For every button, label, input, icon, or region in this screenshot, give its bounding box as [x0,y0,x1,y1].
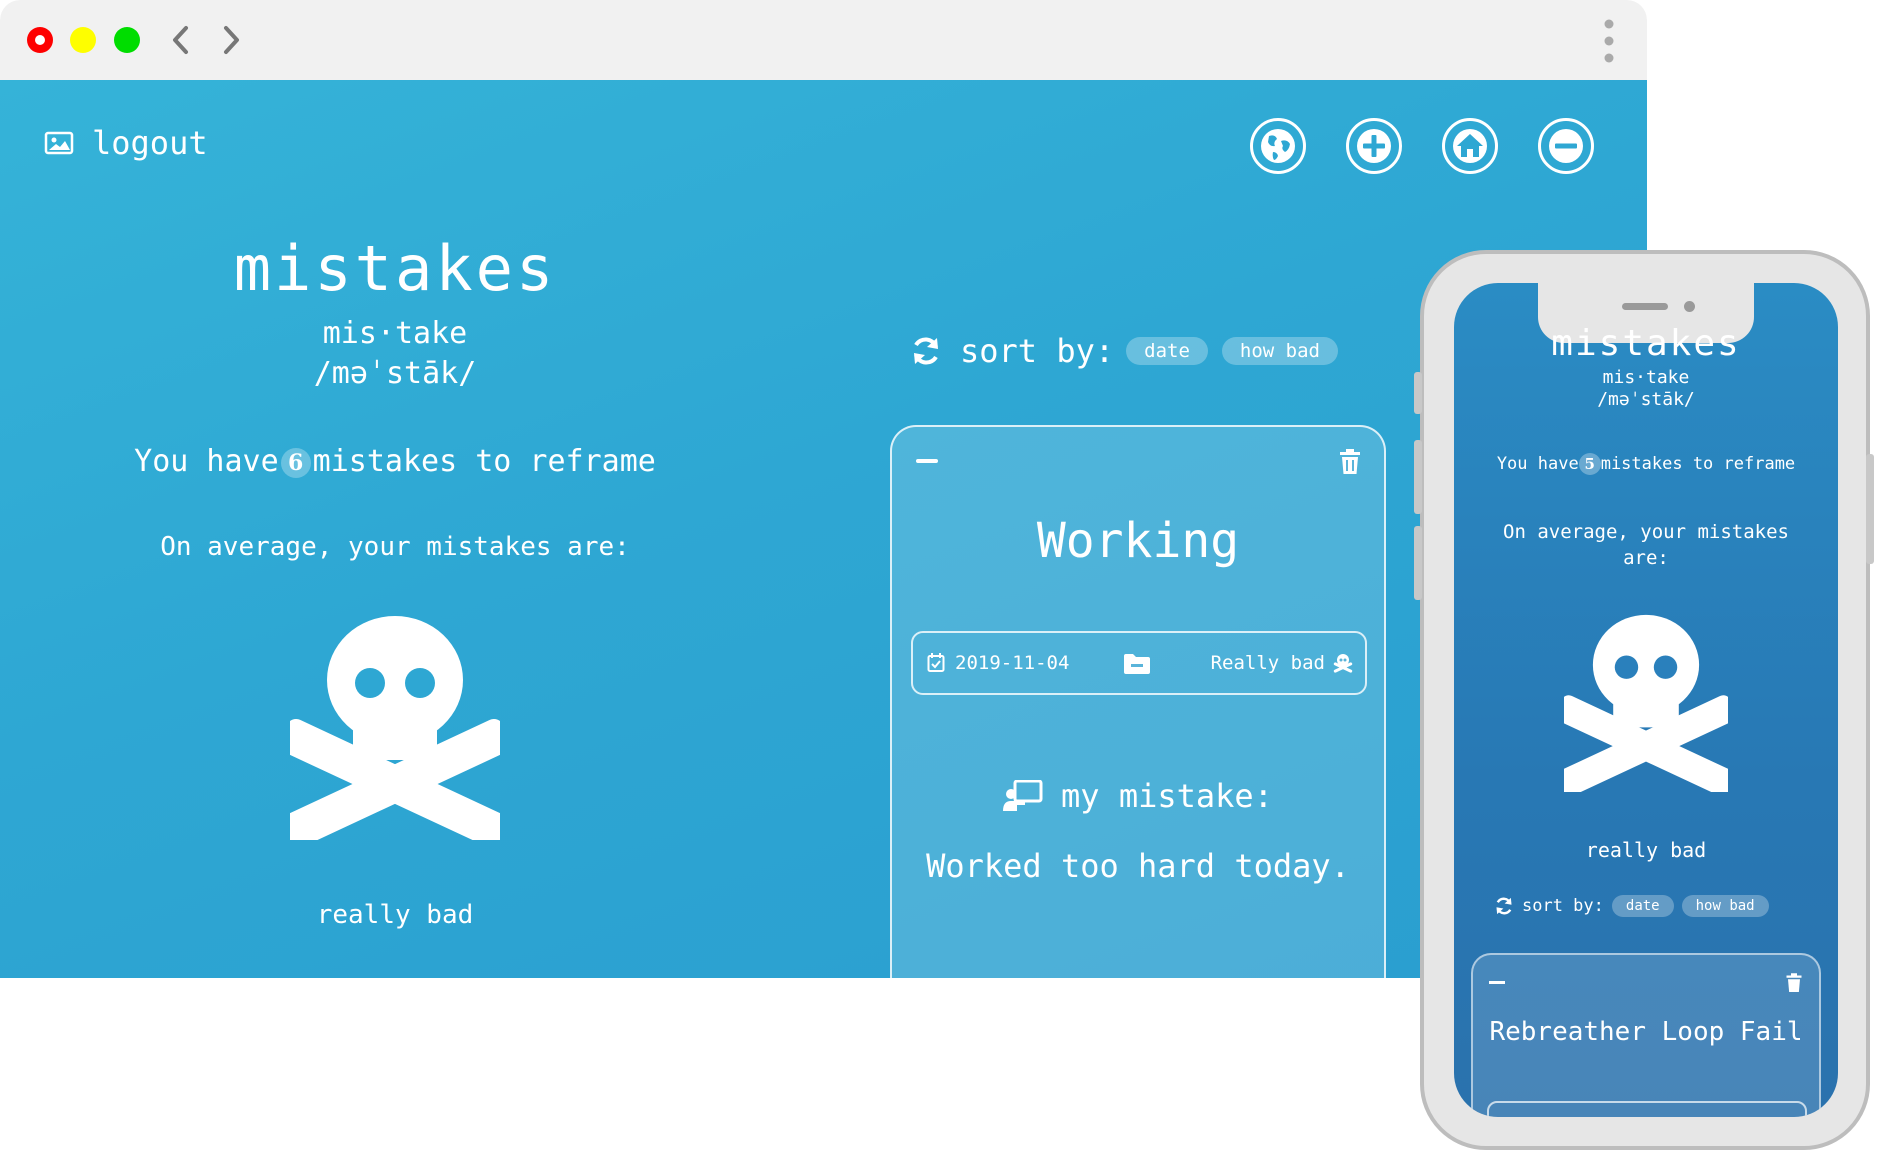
card-date: 2019-11-04 [927,652,1069,674]
image-icon [44,131,74,155]
count-badge: 6 [280,447,311,478]
mobile-count-badge: 5 [1578,453,1601,475]
mistake-count-line: You have 6 mistakes to reframe [0,444,790,479]
collapse-card-button[interactable] [916,459,938,463]
trash-icon[interactable] [1338,449,1362,475]
phone-volume-down [1414,526,1422,600]
card-severity-value: Really bad [1210,652,1325,674]
logout-link[interactable]: logout [44,124,208,162]
card-severity: Really bad [1211,652,1353,674]
maximize-window-button[interactable] [114,27,140,53]
count-prefix: You have [134,444,279,479]
card-title: Working [1036,513,1240,569]
mobile-page-title: mistakes [1551,323,1741,364]
browser-window: logout mistakes mis·take /məˈstāk/ You h… [0,0,1647,978]
mobile-card-meta [1487,1101,1807,1117]
user-chalkboard-icon [1003,780,1043,811]
calendar-check-icon [927,653,945,672]
phone-mute-switch [1414,372,1422,414]
speaker-icon [1622,303,1668,310]
sort-label: sort by: [960,332,1115,370]
mobile-sort-label: sort by: [1522,896,1604,916]
home-icon [1453,129,1487,163]
mobile-mistake-card: Rebreather Loop Fail [1471,953,1821,1117]
syllables-text: mis·take [322,316,468,351]
card-date-value: 2019-11-04 [955,652,1070,674]
close-window-button[interactable] [27,27,53,53]
mobile-count-prefix: You have [1496,454,1579,474]
sort-how-bad-button[interactable]: how bad [1221,337,1338,365]
browser-chrome [0,0,1647,80]
folder-minus-icon [1124,654,1150,674]
mobile-collapse-card-button[interactable] [1489,981,1505,984]
mobile-syllables-text: mis·take [1602,367,1690,388]
phone-power-button [1866,454,1874,564]
globe-icon [1261,129,1295,163]
mobile-card-title: Rebreather Loop Fail [1489,1017,1803,1047]
camera-icon [1684,301,1695,312]
refresh-icon[interactable] [910,335,942,367]
sort-bar: sort by: date how bad [910,332,1352,370]
minus-icon [1549,129,1583,163]
mobile-sort-how-bad-button[interactable]: how bad [1681,895,1769,917]
pronunciation-text: /məˈstāk/ [313,356,477,391]
mobile-count-suffix: mistakes to reframe [1600,454,1796,474]
mobile-mistake-count-line: You have 5 mistakes to reframe [1454,453,1838,475]
card-meta: 2019-11-04 Really bad [911,631,1367,695]
phone-volume-up [1414,440,1422,514]
more-options-icon[interactable] [1602,18,1616,64]
sort-date-button[interactable]: date [1126,337,1208,365]
count-suffix: mistakes to reframe [312,444,656,479]
app-page: logout mistakes mis·take /məˈstāk/ You h… [0,80,1647,978]
card-text: Worked too hard today. [926,847,1350,885]
severity-label: really bad [316,900,474,930]
globe-button[interactable] [1250,118,1306,174]
back-arrow-icon[interactable] [168,22,194,58]
mobile-refresh-icon[interactable] [1494,896,1514,916]
mobile-pronunciation-text: /məˈstāk/ [1597,389,1695,410]
mobile-trash-icon[interactable] [1785,973,1803,993]
mistake-card: Working 2019-11-04 Really bad my mistake… [890,425,1386,978]
mobile-sort-bar: sort by: date how bad [1494,895,1769,917]
skull-crossbones-icon [290,616,500,840]
mobile-severity-label: really bad [1585,838,1707,862]
add-mistake-button[interactable] [1346,118,1402,174]
remove-button[interactable] [1538,118,1594,174]
average-label: On average, your mistakes are: [160,532,630,562]
card-subtitle-label: my mistake: [1061,777,1273,815]
card-subtitle: my mistake: [892,777,1384,815]
forward-arrow-icon[interactable] [218,22,244,58]
plus-icon [1357,129,1391,163]
skull-crossbones-small-icon [1333,654,1353,673]
mobile-sort-date-button[interactable]: date [1611,895,1674,917]
phone-screen: mistakes mis·take /məˈstāk/ You have 5 mis… [1454,283,1838,1117]
home-button[interactable] [1442,118,1498,174]
minimize-window-button[interactable] [70,27,96,53]
logout-label: logout [92,124,208,162]
mobile-average-label: On average, your mistakes are: [1503,521,1789,569]
page-title: mistakes [233,232,557,305]
mobile-skull-crossbones-icon [1564,614,1728,792]
